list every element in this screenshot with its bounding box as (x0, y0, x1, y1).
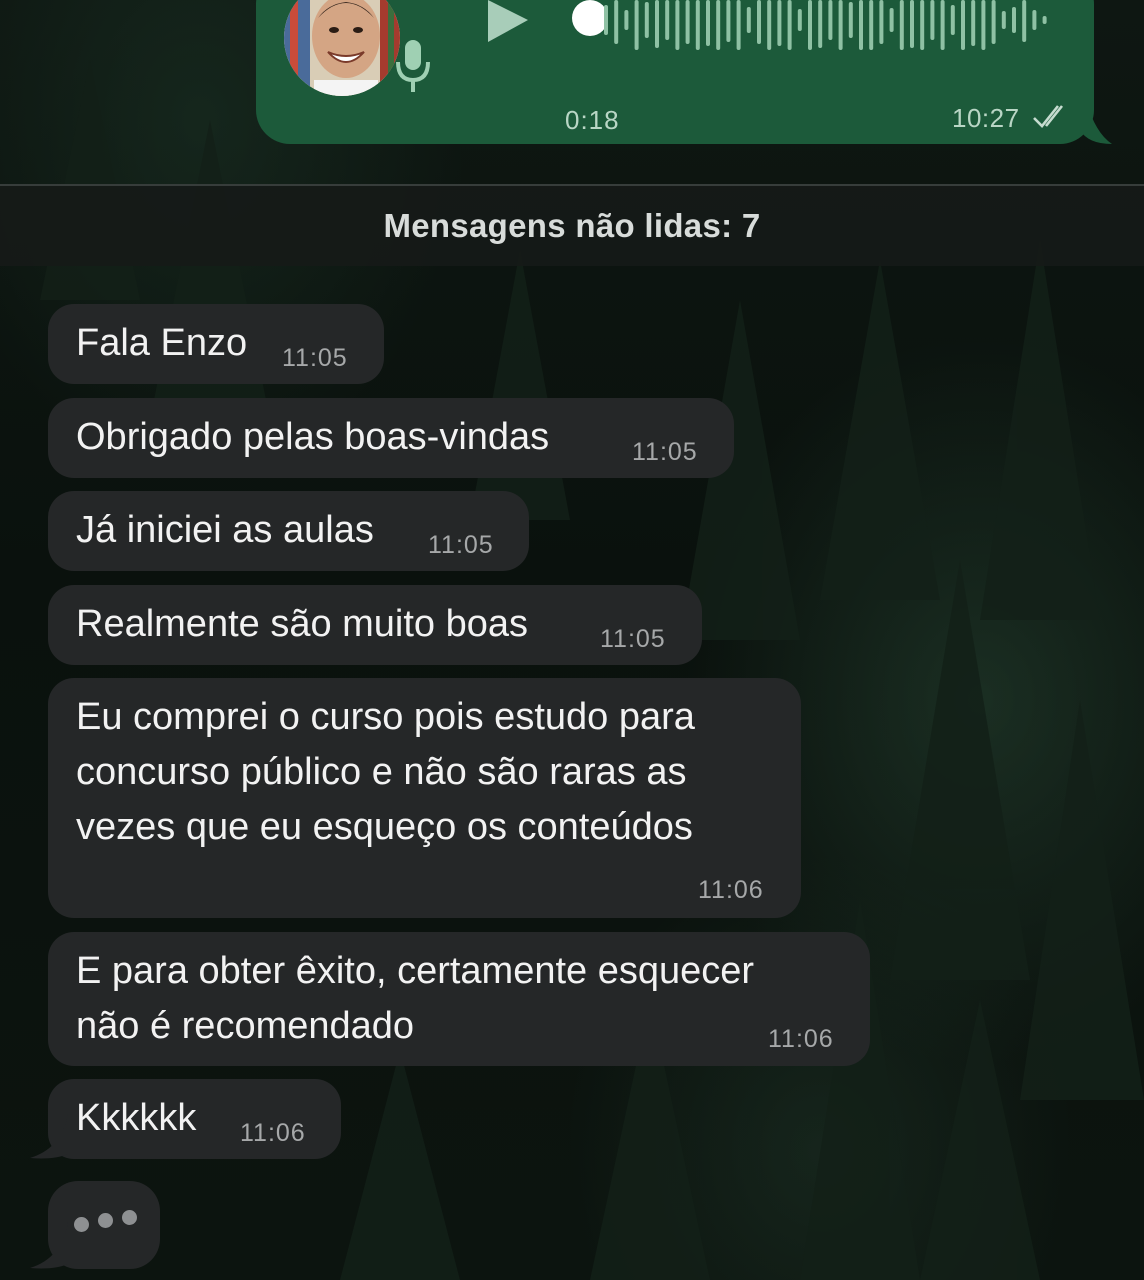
message-time: 11:05 (632, 438, 698, 466)
waveform-bar (950, 5, 955, 35)
microphone-icon (396, 40, 430, 92)
waveform-bar (940, 0, 945, 50)
waveform-bar (828, 0, 833, 40)
waveform-bar (736, 0, 741, 50)
waveform-bar (675, 0, 680, 50)
typing-dot (122, 1210, 137, 1225)
message-text-line: concurso público e não são raras as (76, 751, 687, 793)
waveform-bar (961, 0, 965, 50)
message-text: Realmente são muito boas (76, 603, 529, 645)
waveform-bar (685, 0, 690, 44)
message-text: Já iniciei as aulas (76, 509, 374, 551)
waveform-bar (614, 0, 619, 44)
waveform-bar (757, 0, 761, 44)
message-time: 10:27 (952, 103, 1020, 133)
waveform-bar (1032, 10, 1037, 30)
waveform-bar (859, 0, 863, 50)
message-bubble[interactable]: Já iniciei as aulas 11:05 (48, 491, 529, 571)
waveform-bar (746, 7, 751, 33)
message-bubble[interactable]: Kkkkkk 11:06 (48, 1079, 341, 1159)
message-time: 11:06 (768, 1025, 834, 1053)
voice-duration: 0:18 (565, 105, 620, 135)
message-bubble[interactable]: Eu comprei o curso pois estudo para conc… (48, 678, 801, 918)
waveform-bar (971, 0, 976, 46)
waveform-bar (808, 0, 812, 50)
waveform-bar (848, 2, 853, 38)
waveform-bar (787, 0, 792, 50)
waveform-bar (991, 0, 996, 44)
waveform-bar (1022, 0, 1027, 42)
waveform-bar (1042, 16, 1047, 24)
double-check-icon (1033, 105, 1064, 128)
message-text-line: vezes que eu esqueço os conteúdos (76, 806, 693, 848)
waveform-bar (920, 0, 925, 50)
waveform-bar (604, 5, 608, 35)
waveform-bar (777, 0, 782, 46)
waveform-bar (624, 10, 629, 30)
message-text: Obrigado pelas boas-vindas (76, 416, 550, 458)
unread-count-label: Mensagens não lidas: 7 (383, 207, 761, 244)
waveform-bar (797, 9, 802, 31)
waveform-bar (838, 0, 843, 50)
bubble-tail (30, 1114, 68, 1159)
waveform-bar (889, 8, 894, 32)
waveform-bar (899, 0, 904, 50)
typing-dot (98, 1213, 113, 1228)
waveform-bar (981, 0, 986, 50)
waveform-bar (706, 0, 710, 46)
play-icon[interactable] (484, 0, 532, 42)
waveform-bar (665, 0, 670, 40)
message-bubble[interactable]: Obrigado pelas boas-vindas 11:05 (48, 398, 734, 478)
typing-dot (74, 1217, 89, 1232)
waveform-bar (695, 0, 700, 50)
message-time: 11:06 (698, 876, 764, 904)
waveform-bar (910, 0, 914, 48)
waveform-bar (1012, 7, 1016, 33)
waveform-bar (879, 0, 884, 44)
waveform-bar (716, 0, 721, 50)
waveform-bar (930, 0, 935, 40)
bubble-tail (30, 1222, 68, 1269)
waveform-bar (655, 0, 659, 48)
message-text-line: não é recomendado (76, 1005, 415, 1047)
message-text: Fala Enzo (76, 322, 248, 364)
waveform-bar (1001, 11, 1006, 29)
message-time: 11:05 (600, 625, 666, 653)
message-time: 11:05 (282, 344, 348, 372)
waveform-bar (634, 0, 639, 50)
message-time: 11:06 (240, 1119, 306, 1147)
bubble-tail (1080, 70, 1112, 144)
message-bubble[interactable]: E para obter êxito, certamente esquecer … (48, 932, 870, 1066)
message-text-line: Eu comprei o curso pois estudo para (76, 696, 695, 738)
unread-messages-banner: Mensagens não lidas: 7 (0, 184, 1144, 266)
waveform-bar (726, 0, 731, 42)
waveform-bar (869, 0, 874, 50)
waveform-bar (767, 0, 772, 50)
audio-waveform[interactable] (600, 0, 1050, 52)
message-text: Kkkkkk (76, 1097, 197, 1139)
waveform-bar (644, 2, 649, 38)
waveform-bar (818, 0, 823, 48)
message-bubble[interactable]: Fala Enzo 11:05 (48, 304, 384, 384)
message-text-line: E para obter êxito, certamente esquecer (76, 950, 755, 992)
message-bubble[interactable]: Realmente são muito boas 11:05 (48, 585, 702, 665)
message-time: 11:05 (428, 531, 494, 559)
